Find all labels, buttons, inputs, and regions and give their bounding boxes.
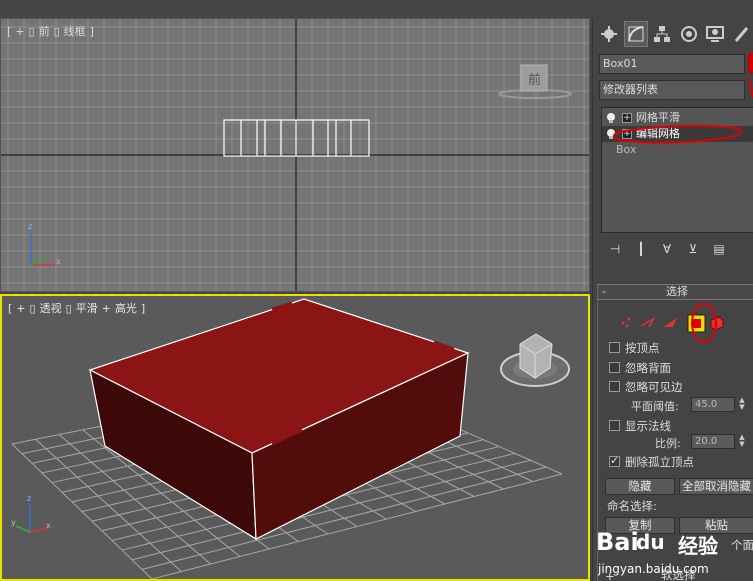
- checkbox-box[interactable]: [609, 362, 620, 373]
- stack-item-label: 网格平滑: [636, 111, 680, 124]
- red-box-model[interactable]: [88, 298, 470, 541]
- create-tab-sun-icon[interactable]: [597, 21, 622, 47]
- perspective-axis-tripod: [15, 504, 49, 533]
- ignore-visible-edges-checkbox[interactable]: 忽略可见边: [609, 379, 683, 395]
- pin-stack-icon[interactable]: ⊣: [607, 242, 623, 256]
- front-grid: [1, 19, 589, 291]
- ignore-backfacing-checkbox[interactable]: 忽略背面: [609, 360, 671, 376]
- stack-item-editmesh[interactable]: + 编辑网格: [602, 126, 753, 142]
- planar-threshold-arrows[interactable]: ▲ ▼: [737, 397, 747, 412]
- stack-item-label: Box: [616, 143, 637, 156]
- named-selection-label: 命名选择:: [607, 499, 657, 513]
- perspective-viewcube[interactable]: [500, 333, 570, 387]
- 3ds-max-window: [+ ▯ 前 ▯ 线框] 前 z x [+ ▯ 透视 ▯ 平滑 + 高光] …: [0, 0, 753, 581]
- make-unique-icon[interactable]: ∀: [659, 242, 675, 256]
- polygon-level-icon[interactable]: [687, 314, 706, 333]
- persp-axis-y-label: y: [11, 518, 16, 527]
- vertex-level-icon[interactable]: [621, 317, 631, 328]
- front-axis-tripod: [30, 233, 55, 266]
- configure-sets-icon[interactable]: ▤: [711, 242, 727, 256]
- by-vertex-checkbox[interactable]: 按顶点: [609, 340, 660, 356]
- bulb-icon[interactable]: [606, 128, 616, 140]
- planar-threshold-label: 平面阈值:: [631, 400, 679, 413]
- persp-axis-z-label: z: [27, 494, 32, 503]
- unhide-all-button[interactable]: 全部取消隐藏: [679, 478, 753, 495]
- bulb-icon[interactable]: [606, 112, 616, 124]
- command-panel-tabs: [593, 18, 753, 50]
- hierarchy-tab-icon[interactable]: [650, 21, 675, 47]
- checkbox-box[interactable]: [609, 342, 620, 353]
- remove-modifier-icon[interactable]: ⊻: [685, 242, 701, 256]
- perspective-viewport-label[interactable]: [+ ▯ 透视 ▯ 平滑 + 高光]: [8, 300, 149, 316]
- face-level-icon[interactable]: [663, 318, 677, 327]
- stack-toolbar: ⊣ ┃ ∀ ⊻ ▤: [601, 238, 753, 260]
- checkbox-box[interactable]: [609, 381, 620, 392]
- modify-tab-icon[interactable]: [623, 21, 648, 47]
- edge-level-icon[interactable]: [640, 317, 655, 328]
- checkbox-box[interactable]: [609, 454, 620, 467]
- object-name-field[interactable]: Box01: [599, 54, 745, 74]
- subobject-level-icons: [621, 314, 724, 333]
- hide-button[interactable]: 隐藏: [605, 478, 675, 495]
- stack-item-label: 编辑网格: [636, 127, 680, 140]
- watermark-brand: Bai: [596, 528, 639, 556]
- motion-tab-icon[interactable]: [677, 21, 702, 47]
- front-axis-x-label: x: [56, 257, 61, 266]
- scale-spinner[interactable]: 20.0: [691, 434, 735, 449]
- checkbox-box[interactable]: [609, 420, 620, 431]
- watermark-paw: du: [636, 530, 665, 554]
- expand-plus-icon[interactable]: +: [622, 113, 632, 123]
- object-color-swatch[interactable]: [748, 53, 753, 73]
- delete-isolated-vertices-checkbox[interactable]: 删除孤立顶点: [609, 454, 694, 470]
- watermark-url: jingyan.baidu.com: [598, 562, 709, 576]
- show-end-result-icon[interactable]: ┃: [633, 242, 649, 256]
- viewcube-face-label: 前: [528, 73, 542, 88]
- modifier-stack[interactable]: + 网格平滑 + 编辑网格 Box: [601, 107, 753, 233]
- stack-item-meshsmooth[interactable]: + 网格平滑: [602, 110, 753, 126]
- watermark-cn: 经验: [678, 534, 718, 558]
- show-normals-checkbox[interactable]: 显示法线: [609, 418, 671, 434]
- baidu-jingyan-watermark: Bai du 经验 jingyan.baidu.com: [590, 528, 753, 581]
- scale-label: 比例:: [655, 437, 681, 450]
- stack-item-box[interactable]: Box: [602, 142, 753, 158]
- command-panel: Box01 修改器列表 + 网格平滑 + 编辑网格 Box ⊣ ┃ ∀ ⊻ ▤: [592, 18, 753, 581]
- expand-plus-icon[interactable]: +: [622, 129, 632, 139]
- scale-arrows[interactable]: ▲ ▼: [737, 434, 747, 449]
- planar-threshold-spinner[interactable]: 45.0: [691, 397, 735, 412]
- element-level-icon[interactable]: [710, 316, 724, 331]
- modifier-list-dropdown[interactable]: 修改器列表: [599, 80, 745, 100]
- display-tab-icon[interactable]: [703, 21, 728, 47]
- front-viewport[interactable]: [+ ▯ 前 ▯ 线框] 前 z x: [0, 18, 590, 292]
- perspective-scene: [11, 298, 570, 579]
- persp-axis-x-label: x: [46, 521, 51, 530]
- box-wireframe-front: [223, 119, 370, 157]
- perspective-viewport[interactable]: [+ ▯ 透视 ▯ 平滑 + 高光] z x y: [0, 294, 590, 581]
- utilities-tab-wrench-icon[interactable]: [730, 21, 753, 47]
- front-viewport-label[interactable]: [+ ▯ 前 ▯ 线框]: [7, 23, 98, 39]
- front-axis-z-label: z: [28, 222, 33, 231]
